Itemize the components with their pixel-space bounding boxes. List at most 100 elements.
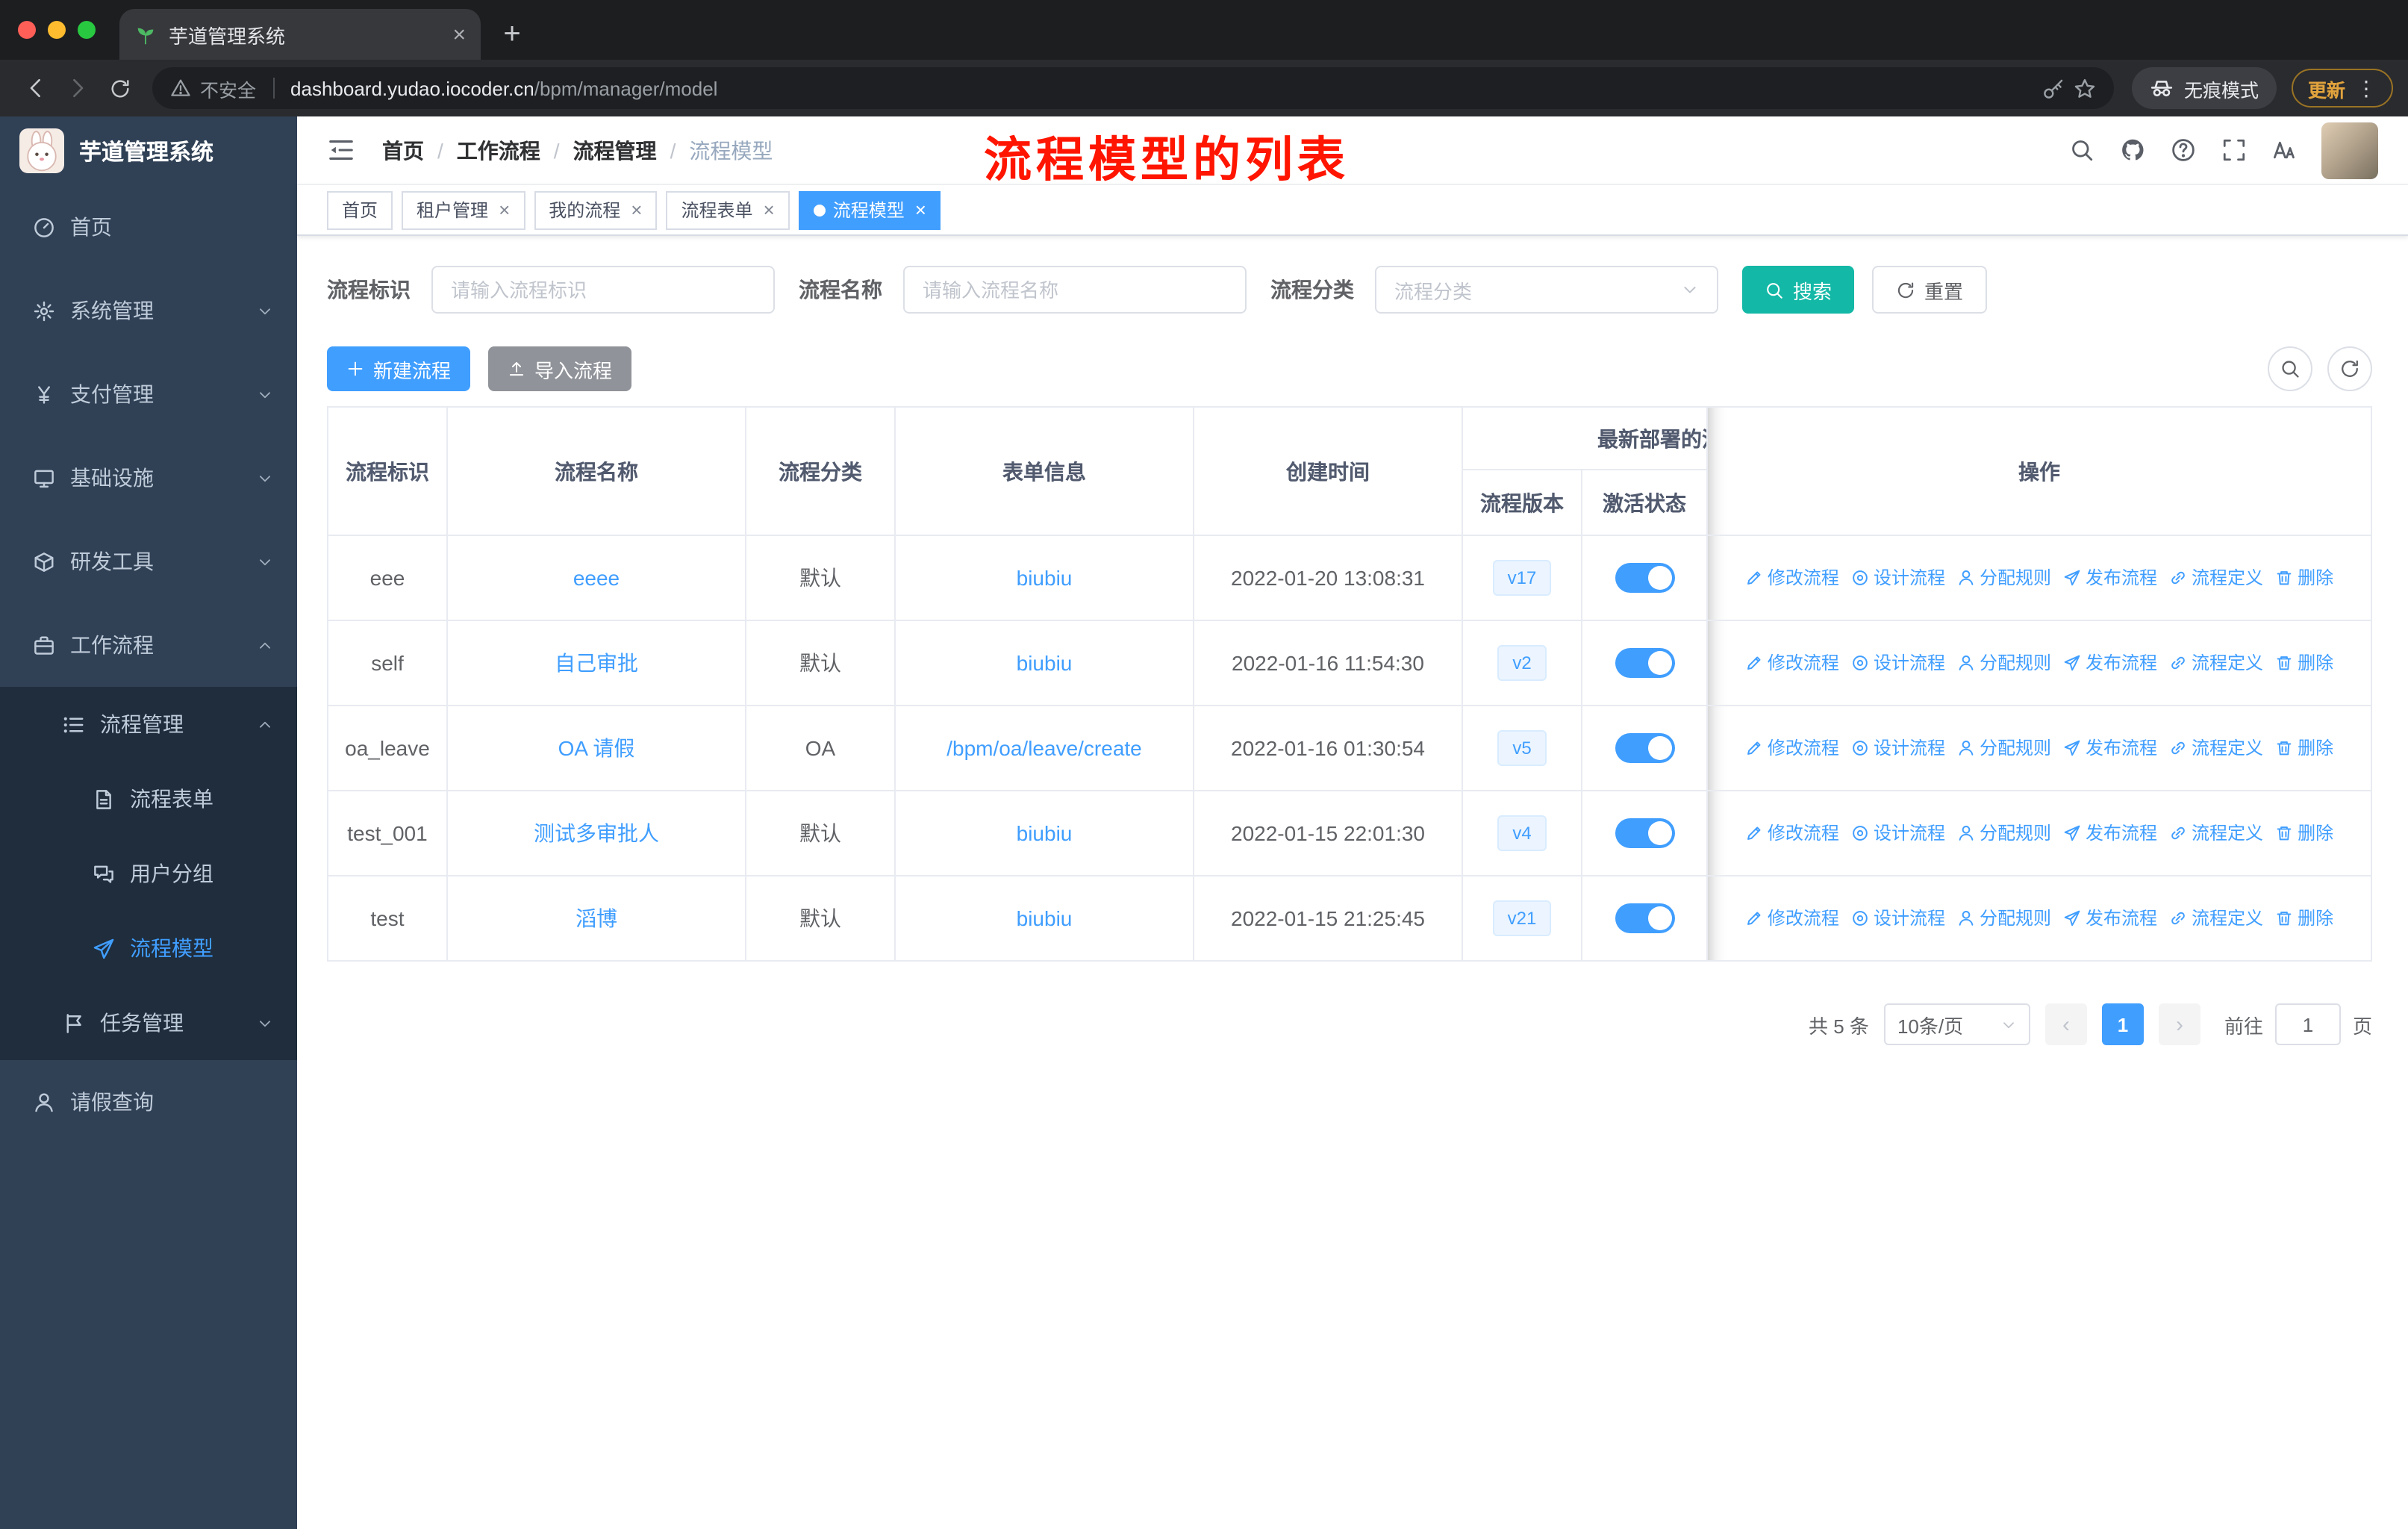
- model-name-link[interactable]: 滔博: [576, 906, 617, 930]
- window-zoom-button[interactable]: [78, 21, 96, 39]
- sidebar-item-home[interactable]: 首页: [0, 185, 297, 269]
- op-assign-link[interactable]: 分配规则: [1957, 650, 2051, 676]
- form-info-link[interactable]: biubiu: [1017, 906, 1073, 930]
- page-size-select[interactable]: 10条/页: [1883, 1003, 2030, 1045]
- user-avatar[interactable]: [2321, 122, 2378, 178]
- sidebar-item-user-group[interactable]: 用户分组: [0, 836, 297, 911]
- op-edit-link[interactable]: 修改流程: [1745, 906, 1839, 931]
- tab-close-icon[interactable]: ×: [452, 23, 466, 46]
- refresh-table-button[interactable]: [2327, 346, 2372, 391]
- sidebar-item-workflow[interactable]: 工作流程: [0, 603, 297, 687]
- new-tab-button[interactable]: +: [490, 12, 534, 57]
- active-toggle[interactable]: [1615, 818, 1674, 848]
- browser-menu-update-button[interactable]: 更新 ⋮: [2291, 69, 2393, 108]
- sidebar-collapse-icon[interactable]: [327, 136, 355, 164]
- op-publish-link[interactable]: 发布流程: [2063, 820, 2157, 846]
- op-definition-link[interactable]: 流程定义: [2169, 565, 2263, 591]
- op-design-link[interactable]: 设计流程: [1851, 735, 1945, 761]
- tag-流程表单[interactable]: 流程表单 ×: [666, 190, 790, 229]
- tag-close-icon[interactable]: ×: [915, 200, 926, 219]
- op-assign-link[interactable]: 分配规则: [1957, 735, 2051, 761]
- model-name-link[interactable]: 自己审批: [555, 651, 638, 675]
- op-design-link[interactable]: 设计流程: [1851, 565, 1945, 591]
- op-publish-link[interactable]: 发布流程: [2063, 650, 2157, 676]
- github-icon[interactable]: [2120, 137, 2145, 163]
- op-assign-link[interactable]: 分配规则: [1957, 820, 2051, 846]
- tag-close-icon[interactable]: ×: [631, 200, 642, 219]
- window-close-button[interactable]: [18, 21, 36, 39]
- page-1-button[interactable]: 1: [2101, 1003, 2144, 1045]
- sidebar-item-task-management[interactable]: 任务管理: [0, 985, 297, 1060]
- process-name-input[interactable]: [923, 278, 1227, 301]
- prev-page-button[interactable]: ‹: [2044, 1003, 2087, 1045]
- op-definition-link[interactable]: 流程定义: [2169, 906, 2263, 931]
- op-edit-link[interactable]: 修改流程: [1745, 735, 1839, 761]
- op-design-link[interactable]: 设计流程: [1851, 650, 1945, 676]
- active-toggle[interactable]: [1615, 648, 1674, 678]
- back-button[interactable]: [15, 67, 57, 109]
- toggle-search-button[interactable]: [2268, 346, 2312, 391]
- forward-button[interactable]: [57, 67, 99, 109]
- address-bar[interactable]: 不安全 dashboard.yudao.iocoder.cn/bpm/manag…: [152, 67, 2114, 109]
- window-minimize-button[interactable]: [48, 21, 66, 39]
- active-toggle[interactable]: [1615, 903, 1674, 933]
- sidebar-item-process-model[interactable]: 流程模型: [0, 911, 297, 985]
- reload-button[interactable]: [99, 67, 140, 109]
- tag-我的流程[interactable]: 我的流程 ×: [534, 190, 658, 229]
- op-assign-link[interactable]: 分配规则: [1957, 906, 2051, 931]
- op-assign-link[interactable]: 分配规则: [1957, 565, 2051, 591]
- fullscreen-icon[interactable]: [2221, 137, 2247, 163]
- op-delete-link[interactable]: 删除: [2275, 650, 2333, 676]
- op-delete-link[interactable]: 删除: [2275, 735, 2333, 761]
- import-process-button[interactable]: 导入流程: [488, 346, 632, 391]
- op-definition-link[interactable]: 流程定义: [2169, 650, 2263, 676]
- op-delete-link[interactable]: 删除: [2275, 820, 2333, 846]
- op-publish-link[interactable]: 发布流程: [2063, 906, 2157, 931]
- tag-close-icon[interactable]: ×: [764, 200, 775, 219]
- tag-close-icon[interactable]: ×: [499, 200, 510, 219]
- sidebar-item-process-form[interactable]: 流程表单: [0, 762, 297, 836]
- process-category-select[interactable]: 流程分类: [1375, 266, 1718, 314]
- search-button[interactable]: 搜索: [1742, 266, 1855, 314]
- active-toggle[interactable]: [1615, 563, 1674, 593]
- breadcrumb-item[interactable]: 首页: [382, 135, 424, 165]
- op-publish-link[interactable]: 发布流程: [2063, 735, 2157, 761]
- sidebar-item-payment[interactable]: 支付管理: [0, 352, 297, 436]
- form-info-link[interactable]: biubiu: [1017, 566, 1073, 590]
- font-size-icon[interactable]: [2272, 137, 2298, 163]
- question-icon[interactable]: [2171, 137, 2196, 163]
- op-definition-link[interactable]: 流程定义: [2169, 820, 2263, 846]
- reset-button[interactable]: 重置: [1872, 266, 1988, 314]
- tag-首页[interactable]: 首页: [327, 190, 393, 229]
- op-definition-link[interactable]: 流程定义: [2169, 735, 2263, 761]
- model-name-link[interactable]: 测试多审批人: [534, 821, 659, 845]
- op-design-link[interactable]: 设计流程: [1851, 906, 1945, 931]
- op-delete-link[interactable]: 删除: [2275, 906, 2333, 931]
- password-key-icon[interactable]: [2042, 77, 2065, 99]
- next-page-button[interactable]: ›: [2158, 1003, 2200, 1045]
- sidebar-item-devtools[interactable]: 研发工具: [0, 520, 297, 603]
- form-info-link[interactable]: biubiu: [1017, 651, 1073, 675]
- sidebar-item-system[interactable]: 系统管理: [0, 269, 297, 352]
- bookmark-star-icon[interactable]: [2074, 77, 2096, 99]
- goto-page-input[interactable]: [2274, 1003, 2341, 1045]
- op-delete-link[interactable]: 删除: [2275, 565, 2333, 591]
- sidebar-item-process-management[interactable]: 流程管理: [0, 687, 297, 762]
- breadcrumb-item[interactable]: 工作流程: [457, 135, 540, 165]
- op-publish-link[interactable]: 发布流程: [2063, 565, 2157, 591]
- op-edit-link[interactable]: 修改流程: [1745, 565, 1839, 591]
- magnifier-icon[interactable]: [2069, 137, 2094, 163]
- op-edit-link[interactable]: 修改流程: [1745, 820, 1839, 846]
- sidebar-item-infrastructure[interactable]: 基础设施: [0, 436, 297, 520]
- form-info-link[interactable]: biubiu: [1017, 821, 1073, 845]
- breadcrumb-item[interactable]: 流程管理: [573, 135, 657, 165]
- model-name-link[interactable]: eeee: [573, 566, 620, 590]
- op-design-link[interactable]: 设计流程: [1851, 820, 1945, 846]
- tag-租户管理[interactable]: 租户管理 ×: [402, 190, 525, 229]
- create-process-button[interactable]: 新建流程: [327, 346, 471, 391]
- op-edit-link[interactable]: 修改流程: [1745, 650, 1839, 676]
- process-key-input[interactable]: [451, 278, 755, 301]
- active-toggle[interactable]: [1615, 733, 1674, 763]
- form-info-link[interactable]: /bpm/oa/leave/create: [946, 736, 1142, 760]
- sidebar-item-leave-query[interactable]: 请假查询: [0, 1060, 297, 1144]
